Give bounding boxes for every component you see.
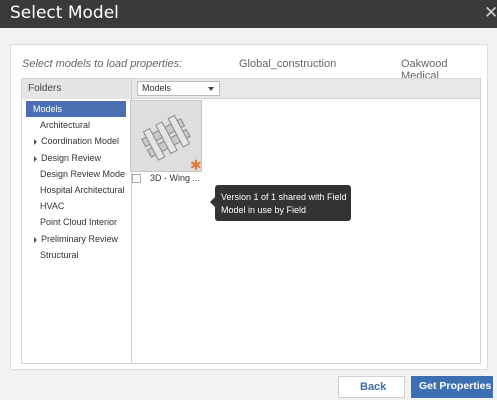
close-icon[interactable]: ✕ [484, 3, 497, 23]
folders-header: Folders [22, 79, 132, 99]
folder-item-label: Architectural [40, 120, 91, 131]
back-button[interactable]: Back [338, 376, 405, 398]
project-name: Global_construction [239, 58, 337, 70]
model-name: 3D - Wing ... [150, 173, 201, 183]
get-properties-label: Get Properties [419, 380, 492, 392]
shared-status-tooltip: Version 1 of 1 shared with Field Model i… [210, 185, 351, 221]
chevron-down-icon [208, 87, 214, 91]
folder-item-label: Models [33, 104, 63, 114]
chevron-right-icon[interactable] [34, 155, 37, 162]
folder-tree-panel: Models Architectural Coordination Model Des… [22, 99, 132, 363]
folder-item-label: Coordination Model [41, 136, 120, 147]
content-header: Models [132, 79, 480, 99]
folder-item[interactable]: Design Review Mode [26, 166, 126, 182]
folder-item[interactable]: Point Cloud Interior [26, 214, 126, 230]
model-browser: Folders Models Models Architectural Coordi… [21, 78, 481, 364]
get-properties-button[interactable]: Get Properties [411, 376, 493, 398]
shared-status-icon[interactable]: ✱ [190, 158, 202, 172]
title-bar: Select Model ✕ [0, 0, 497, 28]
view-select[interactable]: Models [137, 81, 220, 96]
folder-item[interactable]: Models [26, 101, 126, 118]
folder-item[interactable]: Preliminary Review [26, 231, 126, 247]
folder-item-label: HVAC [40, 201, 65, 212]
tooltip-version-text: Version 1 of 1 shared with Field [221, 192, 347, 202]
model-checkbox[interactable] [132, 174, 141, 183]
folder-item-label: Preliminary Review [41, 233, 119, 244]
window-title: Select Model [10, 3, 119, 23]
folder-tree: Models Architectural Coordination Model Des… [26, 101, 126, 263]
folder-item-label: Design Review [41, 152, 102, 163]
folder-item-label: Hospital Architectural [40, 184, 125, 195]
folder-item-label: Structural [40, 249, 79, 260]
chevron-right-icon[interactable] [34, 236, 37, 243]
folder-item[interactable]: Coordination Model [26, 133, 126, 149]
folder-item[interactable]: Design Review [26, 150, 126, 166]
view-select-value: Models [142, 83, 172, 93]
folder-item[interactable]: HVAC [26, 198, 126, 214]
tooltip-usage-text: Model in use by Field [221, 205, 307, 215]
folder-item[interactable]: Structural [26, 247, 126, 263]
instruction-text: Select models to load properties: [22, 58, 183, 70]
back-button-label: Back [360, 381, 387, 393]
dialog-panel: Select models to load properties: Global… [10, 44, 488, 370]
folders-label: Folders [28, 83, 62, 94]
folder-item-label: Point Cloud Interior [40, 217, 118, 228]
chevron-right-icon[interactable] [34, 139, 37, 146]
folder-item[interactable]: Architectural [26, 117, 126, 133]
folder-item[interactable]: Hospital Architectural [26, 182, 126, 198]
model-thumbnail[interactable]: ✱ [130, 100, 202, 172]
folder-item-label: Design Review Mode [40, 168, 126, 179]
